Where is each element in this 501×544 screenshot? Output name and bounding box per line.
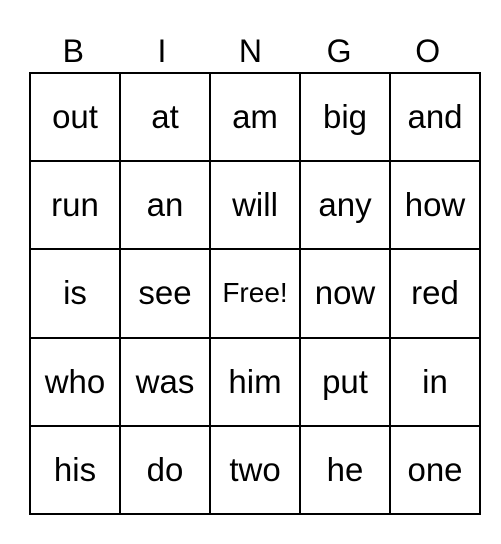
bingo-cell: will: [209, 160, 301, 251]
bingo-cell: his: [29, 424, 121, 516]
header-letter: I: [157, 33, 167, 69]
header-letter: N: [238, 33, 263, 69]
bingo-cell: red: [389, 248, 481, 339]
bingo-cell: now: [299, 248, 391, 339]
bingo-cell: is: [29, 248, 121, 339]
bingo-cell: run: [29, 160, 121, 251]
header-letter: B: [62, 33, 84, 69]
bingo-cell: who: [29, 336, 121, 427]
bingo-cell: him: [209, 336, 301, 427]
bingo-cell: two: [209, 424, 301, 516]
grid-row: run an will any how: [29, 160, 481, 251]
bingo-cell: any: [299, 160, 391, 251]
grid-row: out at am big and: [29, 71, 481, 163]
bingo-grid: out at am big and run an will any how is…: [29, 71, 481, 516]
free-space-cell: Free!: [209, 248, 301, 339]
bingo-cell: he: [299, 424, 391, 516]
grid-row: is see Free! now red: [29, 248, 481, 339]
bingo-cell: see: [119, 248, 211, 339]
bingo-cell: big: [299, 71, 391, 163]
bingo-cell: out: [29, 71, 121, 163]
header-letter: O: [415, 33, 441, 69]
header-letter: G: [326, 33, 352, 69]
bingo-header: B I N G O: [29, 30, 472, 72]
bingo-cell: was: [119, 336, 211, 427]
bingo-cell: one: [389, 424, 481, 516]
bingo-cell: am: [209, 71, 301, 163]
bingo-cell: put: [299, 336, 391, 427]
grid-row: his do two he one: [29, 424, 481, 516]
bingo-cell: at: [119, 71, 211, 163]
bingo-cell: in: [389, 336, 481, 427]
grid-row: who was him put in: [29, 336, 481, 427]
bingo-cell: how: [389, 160, 481, 251]
bingo-cell: and: [389, 71, 481, 163]
bingo-cell: an: [119, 160, 211, 251]
bingo-cell: do: [119, 424, 211, 516]
